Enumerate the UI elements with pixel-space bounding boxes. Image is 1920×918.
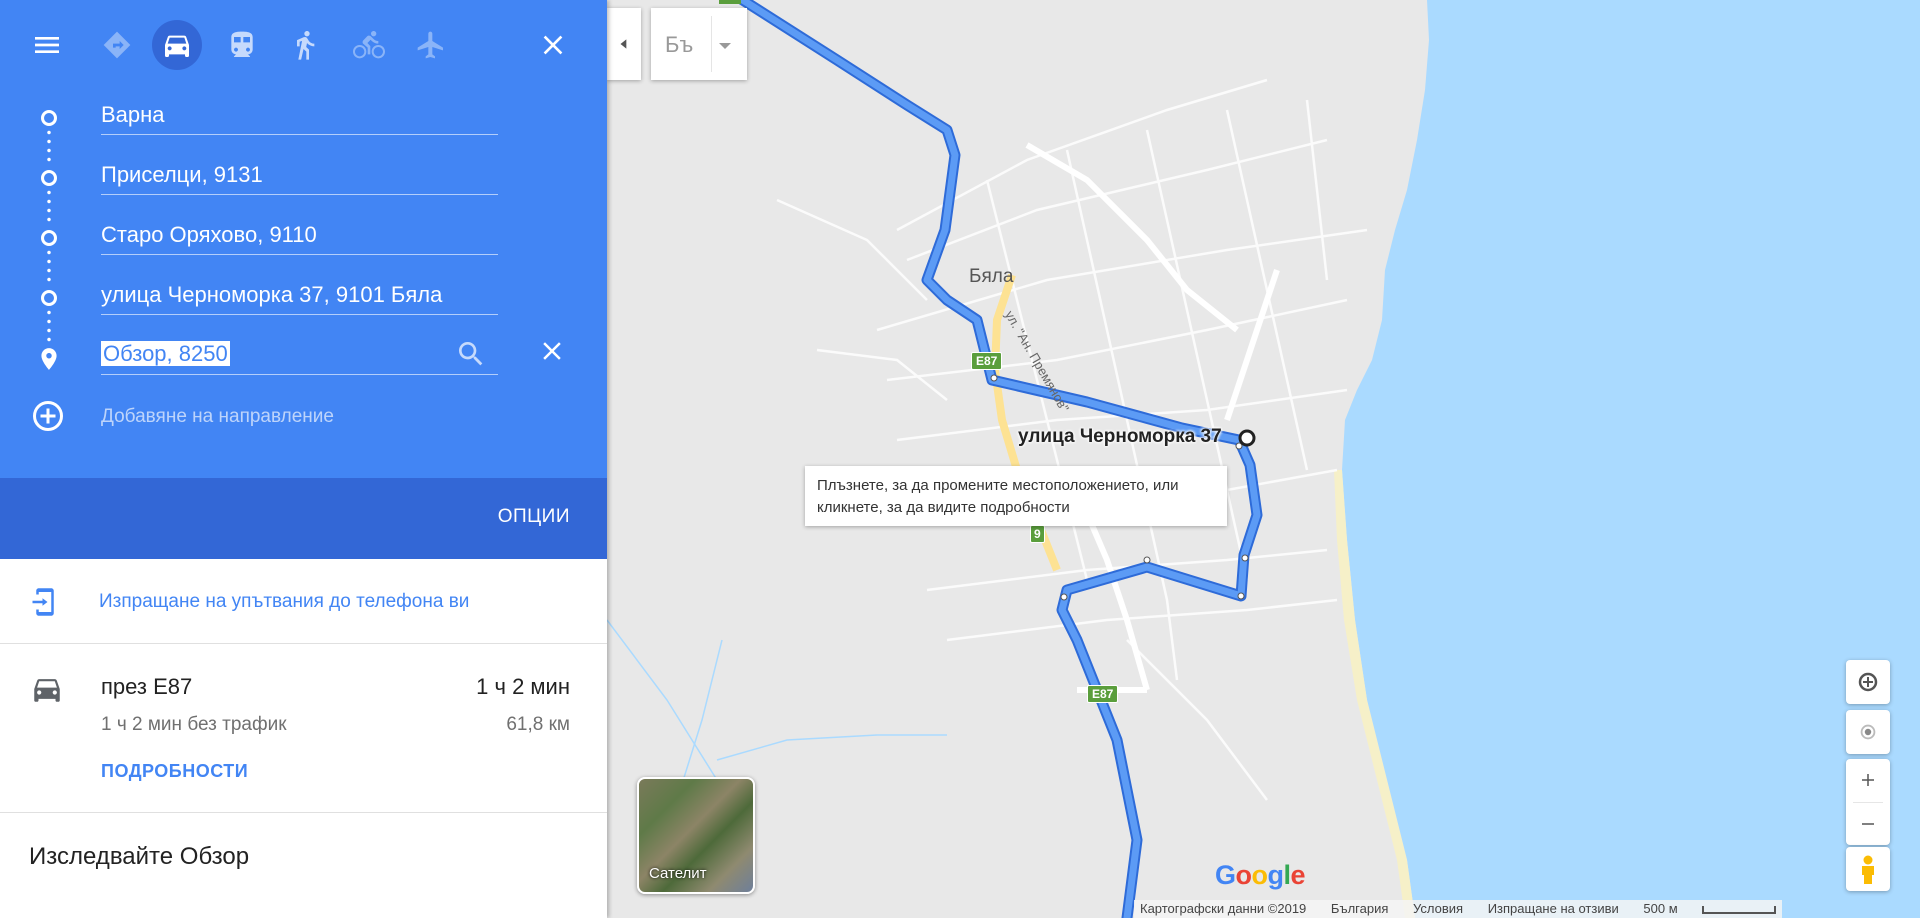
chevron-down-icon[interactable]	[719, 43, 731, 49]
options-bar: ОПЦИИ	[0, 478, 607, 559]
travel-mode-bar	[0, 20, 607, 70]
map-attribution: Картографски данни ©2019 България Услови…	[1134, 900, 1783, 918]
caret-left-icon	[620, 39, 627, 49]
satellite-label: Сателит	[649, 865, 707, 882]
route-no-traffic-time: 1 ч 2 мин без трафик	[101, 714, 287, 735]
rotate-map-button[interactable]	[1846, 660, 1890, 704]
waypoint-input-5[interactable]: Обзор, 8250	[101, 336, 498, 375]
route-duration: 1 ч 2 мин	[476, 674, 570, 699]
road-shield-e87: E87	[971, 352, 1003, 370]
google-logo: Google	[1215, 860, 1306, 890]
zoom-in-button[interactable]	[1846, 759, 1890, 802]
waypoint-input-1[interactable]	[101, 96, 498, 135]
waypoint-circle-icon	[41, 110, 57, 126]
country-link[interactable]: България	[1331, 901, 1388, 916]
waypoint-input-2[interactable]	[101, 156, 498, 195]
plus-icon	[1862, 774, 1874, 787]
directions-diamond-icon	[103, 31, 131, 59]
send-to-phone-link[interactable]: Изпращане на упътвания до телефона ви	[99, 591, 469, 613]
waypoint-circle-icon	[41, 230, 57, 246]
menu-button[interactable]	[22, 20, 72, 70]
my-location-icon	[1860, 724, 1876, 740]
scale-label[interactable]: 500 м	[1643, 901, 1677, 916]
satellite-toggle[interactable]: Сателит	[637, 777, 755, 894]
waypoint-input-4[interactable]	[101, 276, 498, 315]
road-shield-e87: E87	[1087, 685, 1119, 703]
town-label: Бяла	[969, 266, 1014, 287]
waypoint-input-3[interactable]	[101, 216, 498, 255]
search-icon[interactable]	[455, 338, 487, 370]
waypoint-row	[0, 150, 607, 210]
directions-panel: Обзор, 8250 Добавяне на направление ОПЦИ…	[0, 0, 607, 918]
mode-driving-button[interactable]	[152, 20, 202, 70]
mode-walking-button[interactable]	[280, 20, 330, 70]
explore-heading: Изследвайте Обзор	[29, 843, 250, 870]
waypoint-circle-icon	[41, 290, 57, 306]
zoom-control	[1846, 759, 1890, 845]
waypoint-row	[0, 210, 607, 270]
waypoint-circle-icon	[41, 170, 57, 186]
waypoint-row	[0, 270, 607, 330]
airplane-icon	[417, 31, 443, 59]
send-to-phone-icon	[32, 588, 54, 616]
waypoint-tooltip: Плъзнете, за да промените местоположение…	[805, 466, 1227, 526]
car-icon	[165, 35, 189, 57]
zoom-out-button[interactable]	[1846, 802, 1890, 845]
mode-transit-button[interactable]	[217, 20, 267, 70]
terms-link[interactable]: Условия	[1413, 901, 1463, 916]
route-via: през E87	[101, 674, 193, 699]
route-details-button[interactable]: ПОДРОБНОСТИ	[101, 761, 248, 782]
map-data-credit: Картографски данни ©2019	[1140, 901, 1307, 916]
route-option[interactable]: през E87 1 ч 2 мин 1 ч 2 мин без трафик …	[0, 644, 607, 813]
minus-icon	[1862, 822, 1874, 825]
collapse-panel-button[interactable]	[607, 8, 641, 80]
route-distance: 61,8 км	[506, 714, 570, 735]
map-graphic	[607, 0, 1920, 918]
remove-destination-icon[interactable]	[537, 336, 567, 366]
waypoint-label: улица Черноморка 37	[1018, 426, 1222, 447]
compass-icon	[1858, 672, 1878, 692]
road-shield-top	[719, 0, 741, 4]
add-circle-icon[interactable]	[30, 398, 66, 434]
pegman-icon	[1862, 855, 1874, 884]
language-layers-button[interactable]: Бъ	[651, 8, 747, 80]
divider	[711, 16, 712, 72]
bicycle-icon	[353, 31, 385, 59]
options-button[interactable]: ОПЦИИ	[498, 506, 570, 528]
feedback-link[interactable]: Изпращане на отзиви	[1488, 901, 1619, 916]
mode-best-button[interactable]	[92, 20, 142, 70]
layers-label: Бъ	[665, 32, 694, 57]
close-icon	[543, 35, 563, 55]
map-canvas[interactable]: Бъ Бяла ул. "Ан. Премянов" E87 E87 9 ули…	[607, 0, 1920, 918]
scale-bar	[1702, 905, 1777, 914]
waypoint-row: Обзор, 8250	[0, 330, 607, 390]
mode-cycling-button[interactable]	[344, 20, 394, 70]
directions-header: Обзор, 8250 Добавяне на направление	[0, 0, 607, 478]
waypoint-marker[interactable]	[1238, 429, 1256, 447]
road-shield-9: 9	[1030, 525, 1045, 543]
sea-area	[1342, 0, 1920, 918]
street-view-button[interactable]	[1846, 847, 1890, 891]
waypoint-row	[0, 90, 607, 150]
add-destination-link[interactable]: Добавяне на направление	[101, 406, 334, 428]
walking-icon	[297, 31, 315, 60]
selected-destination-text: Обзор, 8250	[101, 341, 230, 366]
send-to-phone-row[interactable]: Изпращане на упътвания до телефона ви	[0, 559, 607, 644]
close-directions-button[interactable]	[528, 20, 578, 70]
mode-flights-button[interactable]	[406, 20, 456, 70]
hamburger-menu-icon	[35, 37, 59, 53]
my-location-button[interactable]	[1846, 710, 1890, 754]
train-icon	[231, 31, 253, 57]
car-icon	[34, 679, 60, 702]
destination-pin-icon	[41, 348, 57, 370]
